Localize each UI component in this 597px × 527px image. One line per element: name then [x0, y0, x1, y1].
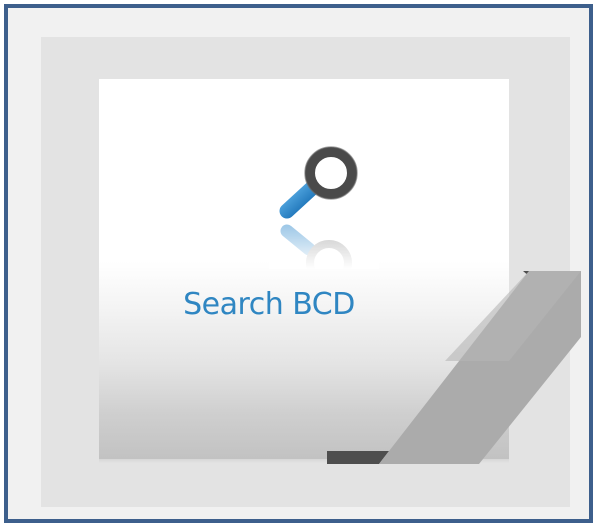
page-curl-corner	[327, 271, 581, 464]
tile-frame: Search BCD	[4, 4, 593, 523]
tile-panel: Search BCD	[41, 37, 581, 507]
search-bcd-tile[interactable]: Search BCD	[99, 79, 581, 464]
